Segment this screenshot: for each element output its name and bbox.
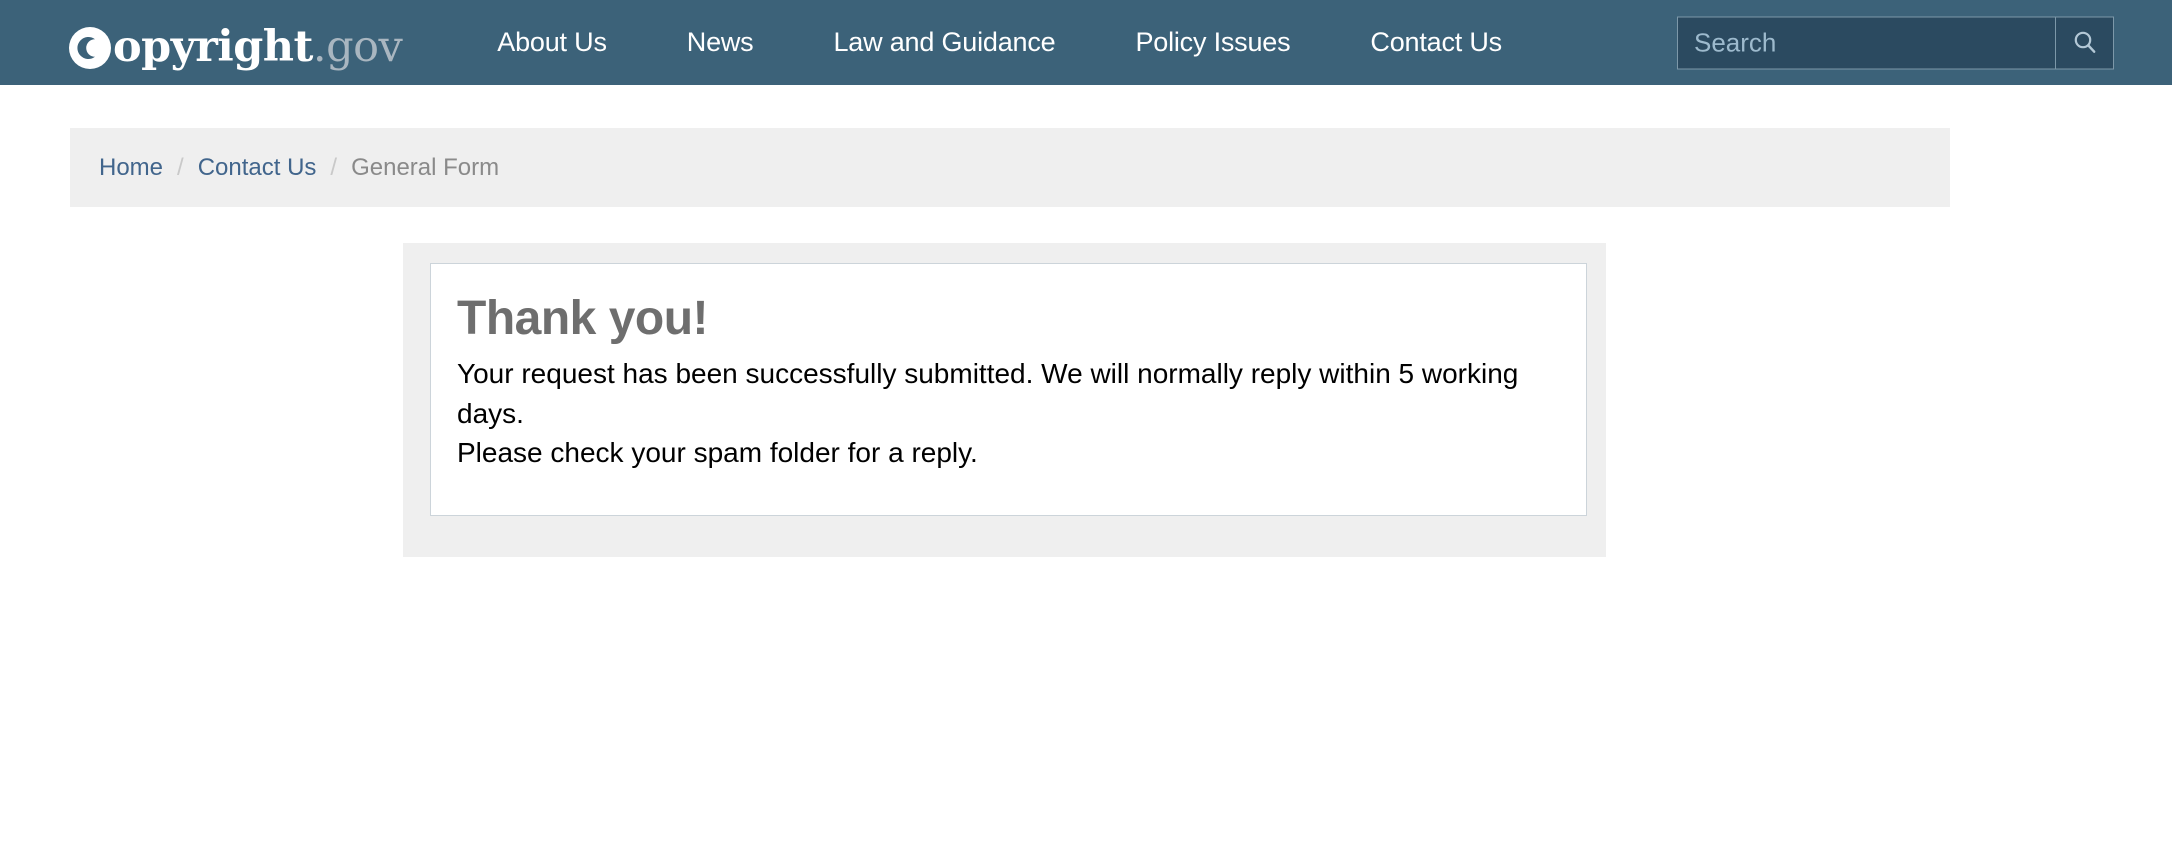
site-header: opyright .gov About Us News Law and Guid…	[0, 0, 2172, 85]
nav-item-news[interactable]: News	[647, 27, 794, 58]
site-logo[interactable]: opyright .gov	[68, 17, 403, 72]
site-logo-name: opyright	[113, 21, 313, 72]
breadcrumb-item-home[interactable]: Home	[99, 154, 163, 182]
nav-item-law-and-guidance[interactable]: Law and Guidance	[793, 27, 1095, 58]
copyright-c-icon	[68, 26, 112, 70]
confirmation-message-line-1: Your request has been successfully submi…	[457, 357, 1519, 429]
confirmation-message-line-2: Please check your spam folder for a repl…	[457, 437, 978, 469]
site-logo-tld: .gov	[312, 21, 403, 72]
breadcrumb-item-contact-us[interactable]: Contact Us	[198, 154, 317, 182]
search-submit-button[interactable]	[2055, 16, 2114, 69]
breadcrumb-item-general-form: General Form	[351, 153, 500, 181]
nav-item-about-us[interactable]: About Us	[457, 27, 646, 58]
search-form	[1677, 16, 2114, 69]
search-icon	[2070, 28, 2100, 58]
main-navigation: About Us News Law and Guidance Policy Is…	[457, 27, 1542, 58]
breadcrumb: Home / Contact Us / General Form	[70, 128, 1950, 207]
search-input[interactable]	[1677, 16, 2055, 69]
breadcrumb-separator: /	[330, 153, 338, 181]
nav-item-contact-us[interactable]: Contact Us	[1330, 27, 1542, 58]
breadcrumb-separator: /	[177, 153, 184, 181]
nav-item-policy-issues[interactable]: Policy Issues	[1095, 27, 1330, 58]
confirmation-panel: Thank you! Your request has been success…	[430, 263, 1587, 516]
confirmation-heading: Thank you!	[457, 292, 709, 345]
